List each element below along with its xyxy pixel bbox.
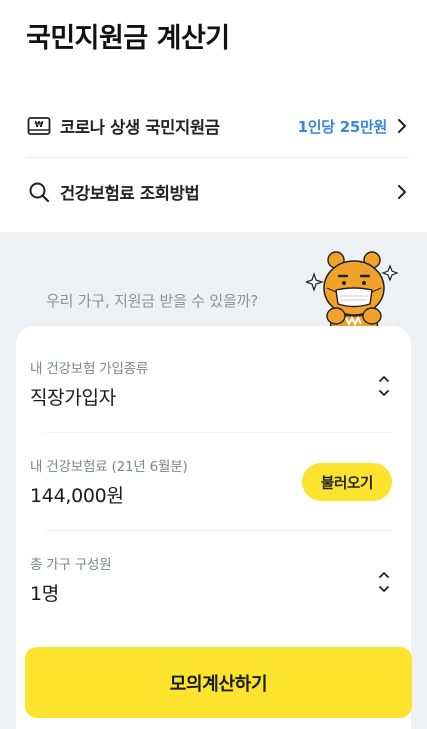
simulate-calculation-button[interactable]: 모의계산하기 — [25, 647, 412, 718]
page-title: 국민지원금 계산기 — [26, 23, 230, 54]
household-value: 1명 — [30, 583, 59, 605]
insurance-type-stepper[interactable] — [376, 371, 392, 401]
eligibility-prompt: 우리 가구, 지원금 받을 수 있을까? — [46, 292, 258, 310]
svg-text:₩: ₩ — [35, 120, 44, 129]
divider — [46, 530, 392, 531]
divider — [26, 157, 409, 158]
insurance-type-field[interactable]: 내 건강보험 가입종류 직장가입자 — [30, 357, 392, 410]
premium-lookup-label: 건강보험료 조회방법 — [60, 184, 200, 203]
household-label: 총 가구 구성원 — [30, 557, 112, 573]
support-info-row[interactable]: ₩ 코로나 상생 국민지원금 1인당 25만원 — [26, 96, 409, 156]
premium-lookup-row[interactable]: 건강보험료 조회방법 — [26, 162, 409, 222]
insurance-type-label: 내 건강보험 가입종류 — [30, 361, 149, 377]
chevron-right-icon — [395, 185, 409, 199]
ryan-mascot-icon — [304, 246, 402, 333]
household-stepper[interactable] — [376, 567, 392, 597]
divider — [46, 432, 392, 433]
household-field[interactable]: 총 가구 구성원 1명 — [30, 553, 392, 606]
banknote-icon: ₩ — [26, 113, 52, 139]
support-amount: 1인당 25만원 — [297, 117, 388, 136]
load-premium-button[interactable]: 불러오기 — [302, 463, 392, 501]
chevron-up-down-icon — [379, 572, 389, 592]
search-icon — [26, 179, 52, 205]
chevron-up-down-icon — [379, 376, 389, 396]
header-section: 국민지원금 계산기 ₩ 코로나 상생 국민지원금 1인당 25만원 건강보험료 … — [0, 0, 427, 232]
support-info-label: 코로나 상생 국민지원금 — [60, 118, 220, 137]
insurance-type-value: 직장가입자 — [30, 387, 116, 409]
chevron-right-icon — [395, 119, 409, 133]
